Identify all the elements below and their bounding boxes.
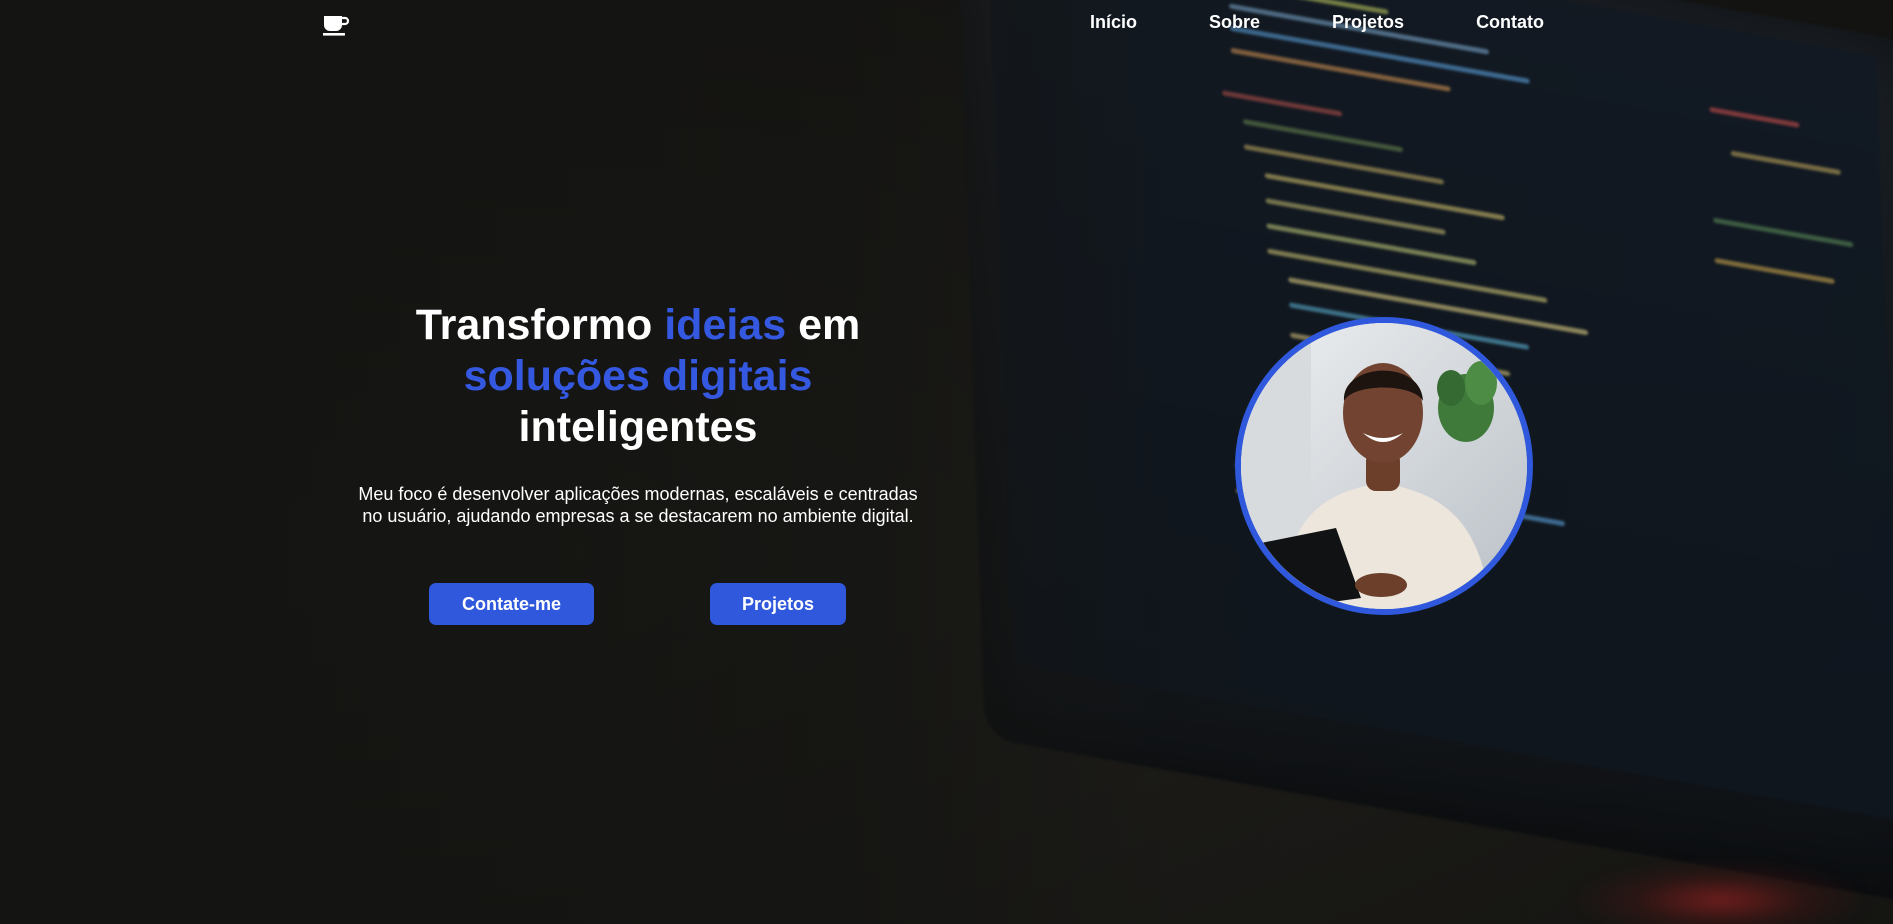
code-line	[1714, 257, 1835, 285]
code-line	[1730, 150, 1841, 176]
code-line	[1264, 172, 1505, 221]
projects-button[interactable]: Projetos	[710, 583, 846, 625]
contact-button[interactable]: Contate-me	[429, 583, 594, 625]
avatar	[1241, 323, 1527, 609]
coffee-cup-icon[interactable]	[322, 10, 350, 38]
keyboard-glow	[1570, 860, 1870, 924]
headline-accent: ideias	[664, 301, 787, 349]
hero-headline: Transformo ideias em soluções digitais i…	[338, 300, 938, 453]
headline-accent: soluções digitais	[463, 352, 813, 400]
nav-link-contato[interactable]: Contato	[1476, 12, 1544, 33]
top-navigation: Início Sobre Projetos Contato	[0, 0, 1893, 50]
headline-text: inteligentes	[518, 403, 758, 451]
hero-section: Início Sobre Projetos Contato Transformo…	[0, 0, 1893, 924]
nav-links: Início Sobre Projetos Contato	[1090, 12, 1544, 33]
code-line	[1230, 47, 1451, 92]
code-line	[1222, 90, 1343, 117]
code-line	[1267, 248, 1548, 304]
hero-description: Meu foco é desenvolver aplicações modern…	[358, 484, 918, 526]
profile-photo	[1235, 317, 1533, 615]
code-line	[1709, 106, 1800, 128]
nav-link-inicio[interactable]: Início	[1090, 12, 1137, 33]
code-line	[1713, 217, 1854, 248]
hero-text: Transformo ideias em soluções digitais i…	[338, 300, 938, 527]
nav-link-projetos[interactable]: Projetos	[1332, 12, 1404, 33]
code-line	[1266, 223, 1477, 266]
nav-link-sobre[interactable]: Sobre	[1209, 12, 1260, 33]
headline-text: Transformo	[415, 301, 665, 349]
headline-text: em	[786, 301, 861, 349]
